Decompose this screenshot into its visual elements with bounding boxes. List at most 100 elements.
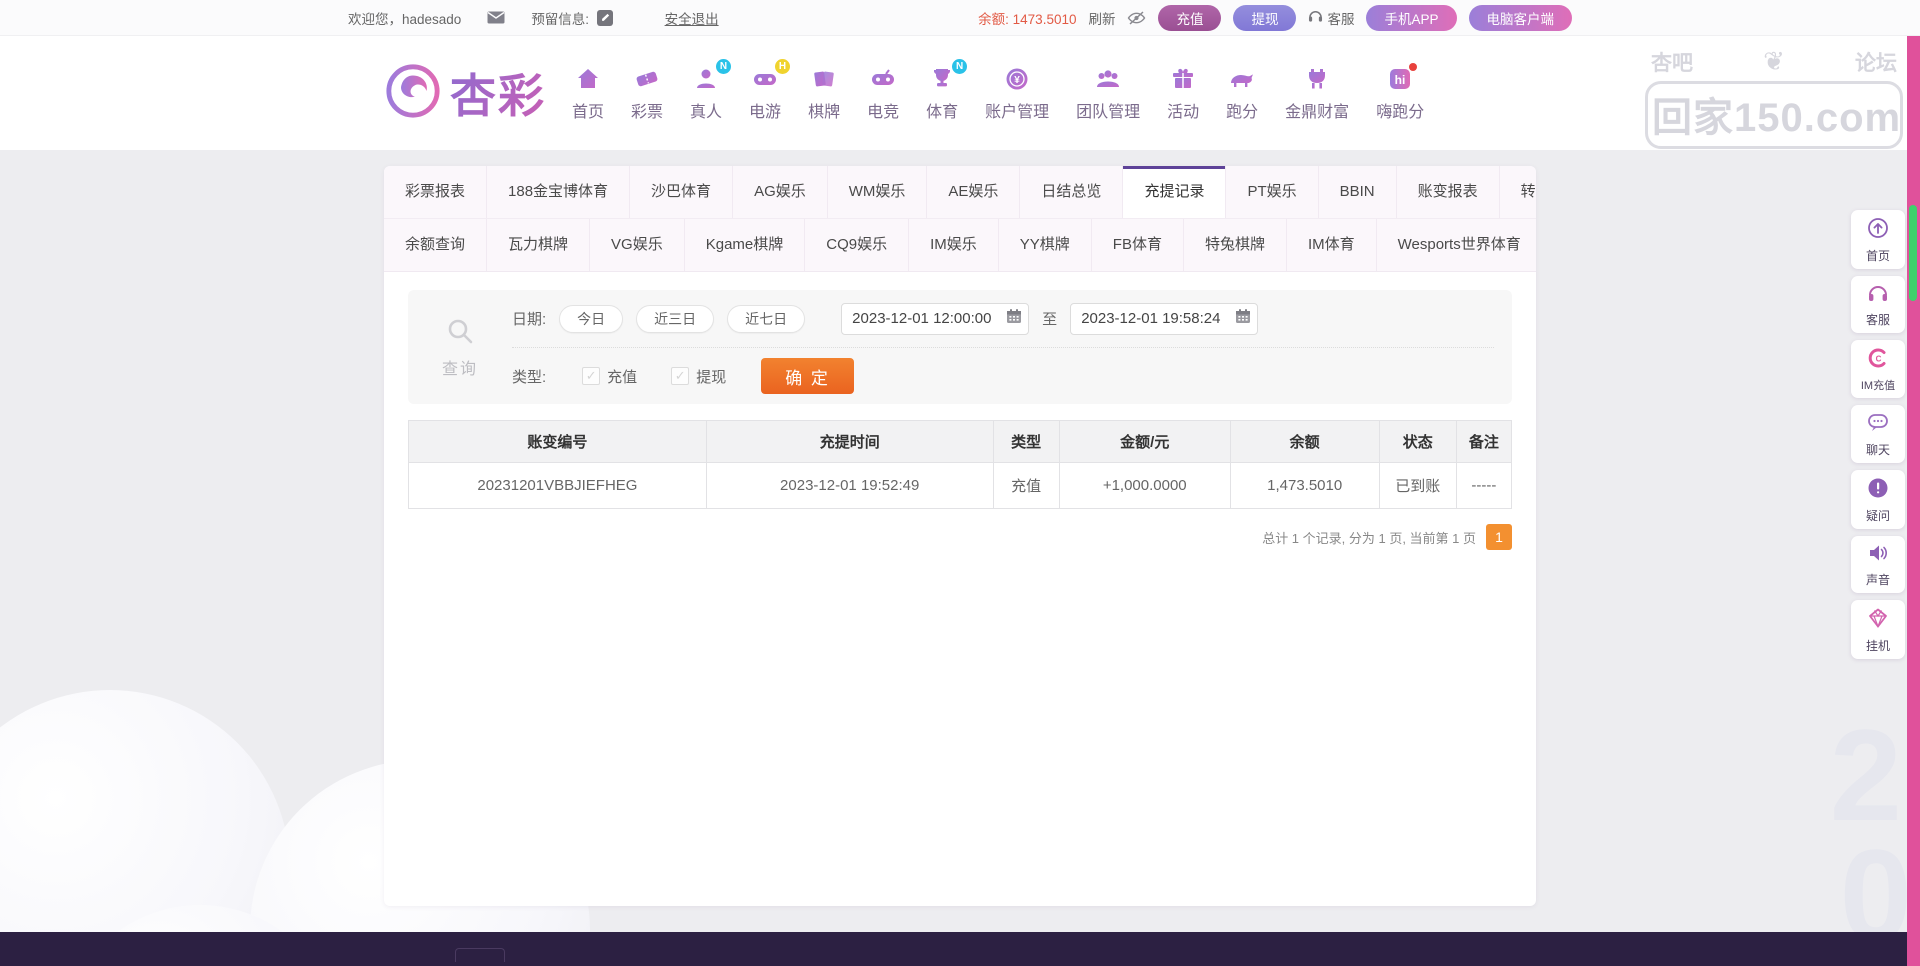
to-label: 至 xyxy=(1042,308,1057,329)
tab-tetu[interactable]: 特兔棋牌 xyxy=(1184,219,1287,271)
recharge-button[interactable]: 充值 xyxy=(1158,5,1221,31)
nav-item-live[interactable]: N 真人 xyxy=(690,65,722,122)
quick-3days-button[interactable]: 近三日 xyxy=(636,305,714,333)
tab-cq9[interactable]: CQ9娱乐 xyxy=(805,219,909,271)
nav-item-chess[interactable]: 棋牌 xyxy=(808,65,840,122)
pagination: 总计 1 个记录, 分为 1 页, 当前第 1 页 1 xyxy=(408,524,1512,550)
tab-caipiao-baobiao[interactable]: 彩票报表 xyxy=(384,166,487,218)
tab-fb[interactable]: FB体育 xyxy=(1092,219,1184,271)
nav-item-slots[interactable]: H 电游 xyxy=(749,65,781,122)
checkbox-icon[interactable] xyxy=(671,367,689,385)
tab-bbin[interactable]: BBIN xyxy=(1319,166,1397,218)
tab-vg[interactable]: VG娱乐 xyxy=(590,219,685,271)
footer-bar xyxy=(0,932,1920,966)
sidebar-item-chat[interactable]: 聊天 xyxy=(1851,405,1905,463)
service-link[interactable]: 客服 xyxy=(1308,8,1354,28)
tab-wm[interactable]: WM娱乐 xyxy=(828,166,928,218)
nav-item-lottery[interactable]: 彩票 xyxy=(631,65,663,122)
headset-icon xyxy=(1867,283,1889,308)
query-panel: 查询 日期: 今日 近三日 近七日 至 xyxy=(408,290,1512,404)
balance-text: 余额: 1473.5010 xyxy=(978,8,1076,28)
headset-icon xyxy=(1308,9,1323,26)
notification-dot xyxy=(1409,63,1417,71)
nav-item-team[interactable]: 团队管理 xyxy=(1076,65,1140,122)
tab-188jinbaobo[interactable]: 188金宝博体育 xyxy=(487,166,630,218)
tab-yue-chaxun[interactable]: 余额查询 xyxy=(384,219,487,271)
tab-wali[interactable]: 瓦力棋牌 xyxy=(487,219,590,271)
nav-item-esports[interactable]: 电竞 xyxy=(867,65,899,122)
svg-text:hi: hi xyxy=(1395,73,1406,87)
page-1-button[interactable]: 1 xyxy=(1486,524,1512,550)
nav-item-jinding[interactable]: 金鼎财富 xyxy=(1285,65,1349,122)
nav-item-paofen[interactable]: 跑分 xyxy=(1226,65,1258,122)
sidebar-item-auto[interactable]: 挂机 xyxy=(1851,600,1905,659)
quick-today-button[interactable]: 今日 xyxy=(559,305,623,333)
type-filter-row: 类型: 充值 提现 确 定 xyxy=(512,347,1494,404)
mail-icon[interactable] xyxy=(487,11,505,24)
esports-gamepad-icon xyxy=(869,65,897,93)
tab-ae[interactable]: AE娱乐 xyxy=(927,166,1020,218)
tab-im-yule[interactable]: IM娱乐 xyxy=(909,219,999,271)
calendar-icon[interactable] xyxy=(1006,308,1022,329)
tab-rijie[interactable]: 日结总览 xyxy=(1020,166,1123,218)
tab-zhangbian[interactable]: 账变报表 xyxy=(1397,166,1500,218)
date-from-wrap xyxy=(841,303,1029,335)
withdraw-checkbox[interactable]: 提现 xyxy=(671,366,726,387)
quick-7days-button[interactable]: 近七日 xyxy=(727,305,805,333)
date-from-input[interactable] xyxy=(841,303,1029,335)
welcome-text: 欢迎您，hadesado xyxy=(348,8,461,28)
site-logo[interactable]: 杏彩 xyxy=(384,60,546,126)
cards-icon xyxy=(810,65,838,93)
tab-yy[interactable]: YY棋牌 xyxy=(999,219,1092,271)
pc-client-button[interactable]: 电脑客户端 xyxy=(1469,5,1573,31)
type-label: 类型: xyxy=(512,366,546,387)
svg-text:C: C xyxy=(1876,355,1882,364)
col-change-id: 账变编号 xyxy=(409,421,707,463)
nav-item-account[interactable]: ¥ 账户管理 xyxy=(985,65,1049,122)
tab-kgame[interactable]: Kgame棋牌 xyxy=(685,219,806,271)
up-circle-icon xyxy=(1867,217,1889,244)
mobile-app-button[interactable]: 手机APP xyxy=(1366,5,1456,31)
date-to-wrap xyxy=(1070,303,1258,335)
sidebar-item-service[interactable]: 客服 xyxy=(1851,276,1905,333)
nav-item-promos[interactable]: 活动 xyxy=(1167,65,1199,122)
cell-status: 已到账 xyxy=(1379,463,1456,509)
date-to-input[interactable] xyxy=(1070,303,1258,335)
tab-im-tiyu[interactable]: IM体育 xyxy=(1287,219,1377,271)
tab-zhuanzhang[interactable]: 转账报表 xyxy=(1500,166,1536,218)
tab-pt[interactable]: PT娱乐 xyxy=(1226,166,1318,218)
main-nav: 首页 彩票 N 真人 H 电游 棋牌 电竞 N xyxy=(572,65,1536,122)
logout-link[interactable]: 安全退出 xyxy=(665,8,719,28)
page-scrollbar[interactable] xyxy=(1907,36,1920,966)
eye-off-icon[interactable] xyxy=(1127,10,1146,26)
live-person-icon: N xyxy=(692,65,720,93)
sidebar-item-im-recharge[interactable]: C IM充值 xyxy=(1851,340,1905,398)
main-panel: 彩票报表 188金宝博体育 沙巴体育 AG娱乐 WM娱乐 AE娱乐 日结总览 充… xyxy=(384,166,1536,906)
nav-item-hipaofen[interactable]: hi 嗨跑分 xyxy=(1376,65,1424,122)
query-label-block: 查询 xyxy=(408,290,512,404)
refresh-link[interactable]: 刷新 xyxy=(1088,8,1115,28)
withdraw-button[interactable]: 提现 xyxy=(1233,5,1296,31)
confirm-button[interactable]: 确 定 xyxy=(761,358,854,394)
sidebar-item-home[interactable]: 首页 xyxy=(1851,210,1905,269)
tab-wesports[interactable]: Wesports世界体育 xyxy=(1377,219,1536,271)
nav-item-sports[interactable]: N 体育 xyxy=(926,65,958,122)
new-badge: N xyxy=(952,59,967,74)
tab-shaba[interactable]: 沙巴体育 xyxy=(630,166,733,218)
tab-ag[interactable]: AG娱乐 xyxy=(733,166,828,218)
recharge-checkbox[interactable]: 充值 xyxy=(582,366,637,387)
calendar-icon[interactable] xyxy=(1235,308,1251,329)
edit-icon[interactable] xyxy=(597,10,613,26)
scrollbar-thumb[interactable] xyxy=(1909,205,1917,301)
ding-vessel-icon xyxy=(1303,65,1331,93)
rhino-icon xyxy=(1228,65,1256,93)
alert-circle-icon xyxy=(1867,477,1889,504)
col-time: 充提时间 xyxy=(706,421,993,463)
sidebar-item-question[interactable]: 疑问 xyxy=(1851,470,1905,529)
nav-item-home[interactable]: 首页 xyxy=(572,65,604,122)
tab-chongti-jilu[interactable]: 充提记录 xyxy=(1123,166,1226,218)
checkbox-icon[interactable] xyxy=(582,367,600,385)
sidebar-item-sound[interactable]: 声音 xyxy=(1851,536,1905,593)
floating-sidebar: 首页 客服 C IM充值 聊天 疑问 声音 挂机 xyxy=(1851,210,1905,659)
gift-icon xyxy=(1169,65,1197,93)
